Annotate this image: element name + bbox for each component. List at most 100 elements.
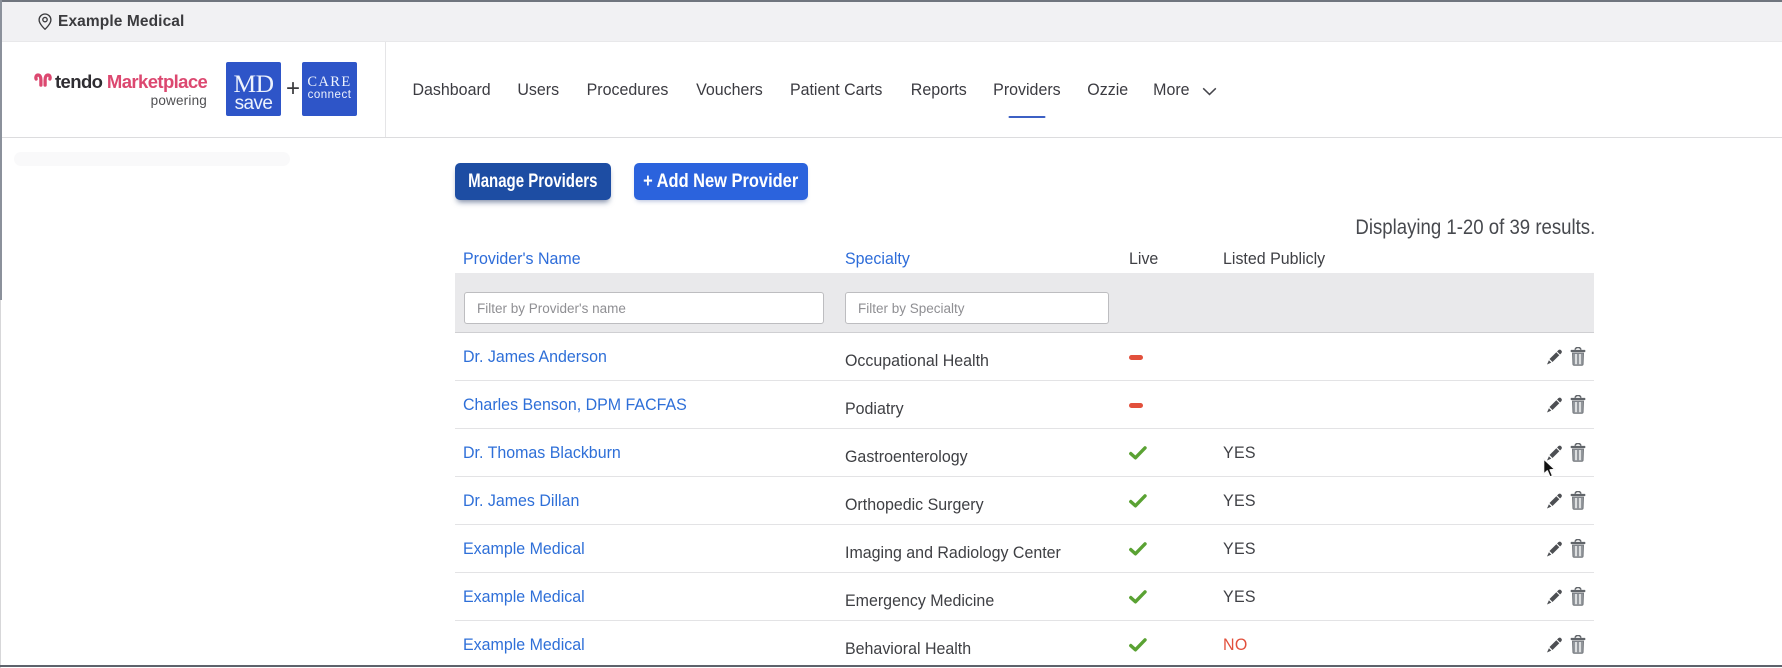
add-new-provider-button[interactable]: + Add New Provider xyxy=(634,163,808,200)
nav-item-users[interactable]: Users xyxy=(516,42,560,137)
edit-pencil-icon[interactable] xyxy=(1546,492,1563,514)
edit-pencil-icon[interactable] xyxy=(1546,636,1563,658)
edit-pencil-icon[interactable] xyxy=(1546,540,1563,562)
live-check-icon xyxy=(1129,542,1147,556)
nav-item-label: Ozzie xyxy=(1087,79,1129,99)
listed-publicly-cell: YES xyxy=(1223,539,1256,558)
table-row: Dr. Thomas Blackburn Gastroenterology YES xyxy=(455,429,1594,477)
filter-provider-name-input[interactable] xyxy=(464,292,824,324)
window-border-left-lower xyxy=(0,300,1,668)
not-live-dash-indicator xyxy=(1129,333,1143,381)
delete-trash-icon[interactable] xyxy=(1570,538,1586,563)
delete-trash-icon[interactable] xyxy=(1570,490,1586,515)
nav-item-label: Reports xyxy=(910,79,967,99)
live-check-icon xyxy=(1129,446,1147,460)
column-header-live: Live xyxy=(1129,249,1159,268)
specialty-cell: Emergency Medicine xyxy=(845,591,995,610)
powering-label: powering xyxy=(150,93,207,108)
not-live-dash-indicator xyxy=(1129,381,1143,429)
table-row: Dr. James Anderson Occupational Health xyxy=(455,333,1594,381)
careconnect-logo: CARE connect xyxy=(302,62,357,116)
column-header-specialty[interactable]: Specialty xyxy=(845,249,910,269)
provider-name-link[interactable]: Example Medical xyxy=(463,525,585,573)
primary-nav: Dashboard Users Procedures Vouchers Patient … xyxy=(410,42,1217,137)
mouse-cursor xyxy=(1542,457,1557,478)
column-header-listed-publicly: Listed Publicly xyxy=(1223,249,1326,268)
dash-icon xyxy=(1129,402,1143,408)
header-divider xyxy=(385,42,386,137)
provider-name-link[interactable]: Dr. Thomas Blackburn xyxy=(463,429,621,477)
nav-item-reports[interactable]: Reports xyxy=(909,42,969,137)
specialty-cell: Orthopedic Surgery xyxy=(845,495,984,514)
tendo-logo-icon xyxy=(34,73,52,87)
delete-trash-icon[interactable] xyxy=(1570,442,1586,467)
table-row: Example Medical Behavioral Health NO xyxy=(455,621,1594,668)
delete-trash-icon[interactable] xyxy=(1570,346,1586,371)
nav-item-procedures[interactable]: Procedures xyxy=(584,42,671,137)
live-check-indicator xyxy=(1129,477,1147,525)
delete-trash-icon[interactable] xyxy=(1570,586,1586,611)
column-header-provider-name[interactable]: Provider's Name xyxy=(463,249,581,269)
live-check-icon xyxy=(1129,638,1147,652)
provider-name-link[interactable]: Dr. James Dillan xyxy=(463,477,579,525)
listed-publicly-cell: NO xyxy=(1223,635,1248,654)
provider-name-link[interactable]: Charles Benson, DPM FACFAS xyxy=(463,381,687,429)
filter-specialty-input[interactable] xyxy=(845,292,1109,324)
listed-publicly-cell: YES xyxy=(1223,443,1256,462)
add-new-provider-label: + Add New Provider xyxy=(643,170,799,192)
table-row: Example Medical Emergency Medicine YES xyxy=(455,573,1594,621)
specialty-cell: Occupational Health xyxy=(845,351,989,370)
location-pin-icon xyxy=(38,12,52,30)
provider-table-body: Dr. James Anderson Occupational Health Cha… xyxy=(455,333,1594,668)
table-row: Charles Benson, DPM FACFAS Podiatry xyxy=(455,381,1594,429)
app-window: Example Medical tendo Marketplace poweri… xyxy=(0,0,1782,668)
nav-item-dashboard[interactable]: Dashboard xyxy=(410,42,493,137)
delete-trash-icon[interactable] xyxy=(1570,634,1586,659)
manage-providers-label: Manage Providers xyxy=(468,170,598,192)
live-check-icon xyxy=(1129,494,1147,508)
specialty-cell: Behavioral Health xyxy=(845,639,972,658)
table-row: Example Medical Imaging and Radiology Cen… xyxy=(455,525,1594,573)
window-border-bottom xyxy=(0,665,1782,667)
nav-item-patient-carts[interactable]: Patient Carts xyxy=(787,42,885,137)
manage-providers-button[interactable]: Manage Providers xyxy=(455,163,611,200)
nav-item-ozzie[interactable]: Ozzie xyxy=(1086,42,1129,137)
live-check-indicator xyxy=(1129,621,1147,668)
nav-item-label: Procedures xyxy=(586,79,668,99)
live-check-icon xyxy=(1129,590,1147,604)
provider-name-link[interactable]: Dr. James Anderson xyxy=(463,333,607,381)
nav-item-label: Dashboard xyxy=(412,79,491,99)
delete-trash-icon[interactable] xyxy=(1570,394,1586,419)
top-bar: Example Medical xyxy=(1,2,1782,42)
specialty-cell: Imaging and Radiology Center xyxy=(845,543,1061,562)
nav-item-label: Providers xyxy=(993,79,1061,99)
provider-name-link[interactable]: Example Medical xyxy=(463,573,585,621)
listed-publicly-cell: YES xyxy=(1223,491,1256,510)
edit-pencil-icon[interactable] xyxy=(1546,348,1563,370)
window-border-left xyxy=(0,0,2,300)
edit-pencil-icon[interactable] xyxy=(1546,588,1563,610)
dash-icon xyxy=(1129,354,1143,360)
table-row: Dr. James Dillan Orthopedic Surgery YES xyxy=(455,477,1594,525)
live-check-indicator xyxy=(1129,429,1147,477)
live-check-indicator xyxy=(1129,525,1147,573)
plus-separator: + xyxy=(285,75,300,102)
provider-name-link[interactable]: Example Medical xyxy=(463,621,585,668)
nav-item-providers[interactable]: Providers xyxy=(991,42,1063,137)
specialty-cell: Gastroenterology xyxy=(845,447,968,466)
live-check-indicator xyxy=(1129,573,1147,621)
window-border-top xyxy=(0,0,1782,2)
mdsave-logo: MD save xyxy=(226,62,281,116)
nav-item-label: More xyxy=(1153,79,1191,99)
nav-item-label: Users xyxy=(517,79,560,99)
chevron-down-icon xyxy=(1202,87,1217,95)
faint-watermark xyxy=(14,152,290,166)
edit-pencil-icon[interactable] xyxy=(1546,396,1563,418)
nav-item-vouchers[interactable]: Vouchers xyxy=(694,42,765,137)
nav-item-more[interactable]: More xyxy=(1152,42,1217,137)
tendo-wordmark: tendo Marketplace xyxy=(55,71,208,92)
main-header: tendo Marketplace powering MD save + CAR… xyxy=(1,42,1782,138)
listed-publicly-cell: YES xyxy=(1223,587,1256,606)
current-location-label: Example Medical xyxy=(58,13,185,30)
filter-row xyxy=(455,273,1594,333)
